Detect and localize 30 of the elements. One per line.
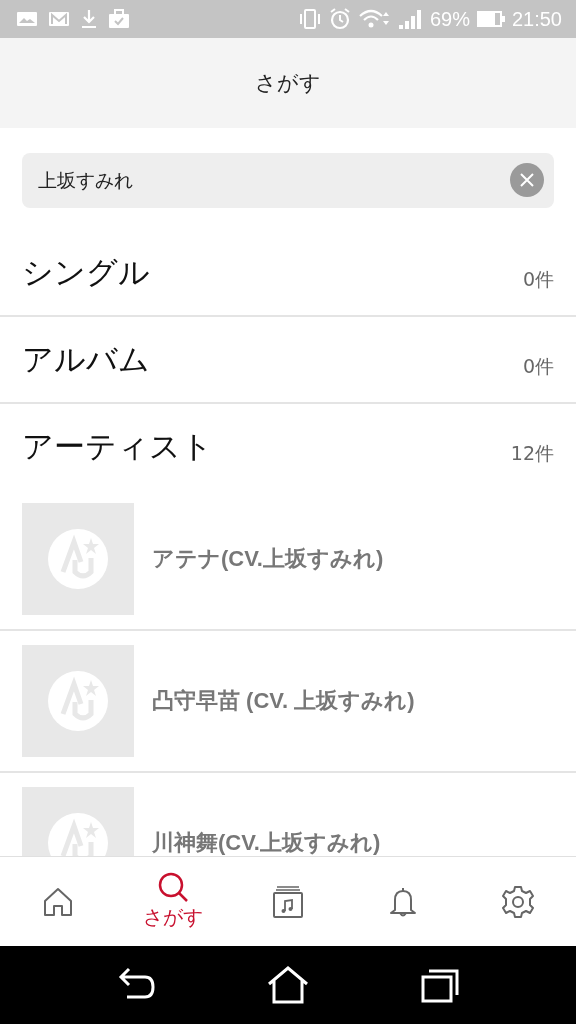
wifi-icon — [357, 8, 392, 30]
download-icon — [80, 9, 98, 29]
page-title: さがす — [255, 70, 321, 97]
mail-icon — [48, 10, 70, 28]
search-field[interactable]: 上坂すみれ — [22, 153, 554, 208]
result-count: 0件 — [522, 266, 554, 292]
music-album-icon — [271, 884, 304, 919]
artist-row[interactable]: アテナ(CV.上坂すみれ) — [0, 489, 576, 631]
artist-row[interactable]: 凸守早苗 (CV. 上坂すみれ) — [0, 631, 576, 773]
battery-icon — [475, 9, 506, 29]
image-icon — [16, 10, 38, 28]
settings-icon — [501, 884, 536, 919]
result-count: 0件 — [522, 353, 554, 379]
clock-time: 21:50 — [511, 7, 562, 31]
result-count: 12件 — [510, 440, 554, 466]
artist-name: 凸守早苗 (CV. 上坂すみれ) — [152, 687, 415, 715]
briefcase-icon — [108, 9, 130, 29]
search-icon — [156, 872, 189, 904]
section-title[interactable]: シングル — [22, 251, 150, 294]
artist-name: アテナ(CV.上坂すみれ) — [152, 545, 384, 573]
clear-icon[interactable] — [510, 163, 544, 197]
home-icon — [41, 885, 74, 918]
signal-icon — [397, 8, 424, 30]
battery-percentage: 69% — [429, 7, 470, 31]
artist-name: 川神舞(CV.上坂すみれ) — [152, 829, 381, 856]
home-icon[interactable] — [266, 965, 310, 1005]
section-title[interactable]: アルバム — [22, 338, 150, 381]
vibrate-icon — [297, 8, 322, 30]
nav-tab[interactable]: さがす — [132, 872, 213, 931]
section-title[interactable]: アーティスト — [22, 425, 213, 468]
